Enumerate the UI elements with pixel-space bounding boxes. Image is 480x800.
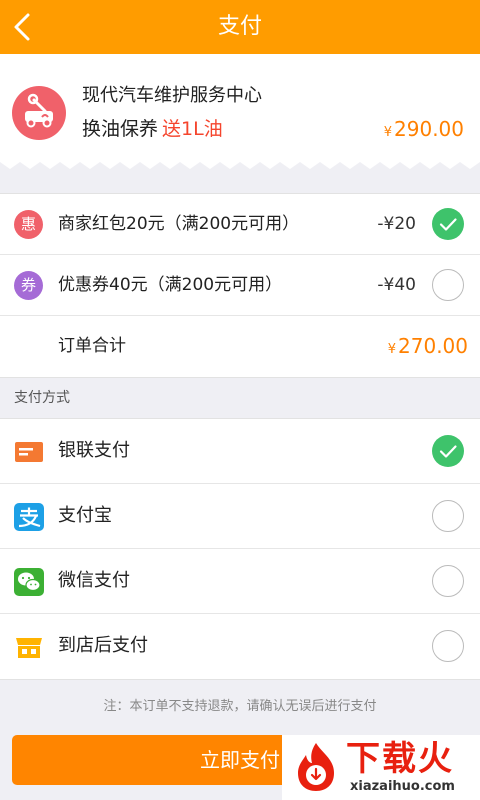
discount-row-red-packet[interactable]: 惠 商家红包20元（满200元可用） -¥20 <box>0 194 480 255</box>
wechat-icon <box>14 568 44 596</box>
flame-logo-icon <box>298 743 334 791</box>
check-icon <box>439 445 457 458</box>
payment-option-wechat[interactable]: 微信支付 <box>0 549 480 614</box>
payment-label: 微信支付 <box>58 570 130 591</box>
car-service-icon <box>12 86 66 140</box>
discount-label: 优惠券40元（满200元可用） <box>58 275 283 295</box>
order-total-amount: ¥270.00 <box>388 333 468 363</box>
payment-label: 银联支付 <box>58 440 130 461</box>
service-name: 换油保养 <box>82 118 159 140</box>
price-value: 290.00 <box>394 117 464 141</box>
unionpay-radio[interactable] <box>432 435 464 467</box>
discount-row-coupon[interactable]: 券 优惠券40元（满200元可用） -¥40 <box>0 255 480 316</box>
store-icon <box>16 638 42 658</box>
payment-label: 到店后支付 <box>58 635 148 656</box>
alipay-radio[interactable] <box>432 500 464 532</box>
payment-option-store[interactable]: 到店后支付 <box>0 614 480 679</box>
wechat-radio[interactable] <box>432 565 464 597</box>
discount-panel: 惠 商家红包20元（满200元可用） -¥20 券 优惠券40元（满200元可用… <box>0 193 480 378</box>
total-currency: ¥ <box>387 342 397 357</box>
page-title: 支付 <box>217 14 262 39</box>
watermark-domain: xiazaihuo.com <box>350 779 455 794</box>
price-currency: ¥ <box>383 125 393 140</box>
alipay-icon <box>14 503 44 531</box>
payment-section-title: 支付方式 <box>14 390 70 406</box>
watermark: 下载火 xiazaihuo.com <box>282 735 480 800</box>
merchant-price: ¥290.00 <box>384 116 464 146</box>
service-line: 换油保养 送1L油 <box>82 116 223 142</box>
order-total-row: 订单合计 ¥270.00 <box>0 316 480 377</box>
merchant-name: 现代汽车维护服务中心 <box>82 85 262 106</box>
check-icon <box>439 218 457 231</box>
total-value: 270.00 <box>398 334 468 358</box>
service-gift: 送1L油 <box>162 118 223 140</box>
merchant-card: 现代汽车维护服务中心 换油保养 送1L油 ¥290.00 <box>0 54 480 162</box>
discount-amount: -¥20 <box>377 214 416 234</box>
discount-label: 商家红包20元（满200元可用） <box>58 214 300 234</box>
unionpay-card-icon <box>15 442 43 462</box>
payment-option-unionpay[interactable]: 银联支付 <box>0 419 480 484</box>
payment-label: 支付宝 <box>58 505 112 526</box>
coupon-badge-icon: 券 <box>14 271 43 300</box>
payment-option-alipay[interactable]: 支付宝 <box>0 484 480 549</box>
red-packet-checkbox[interactable] <box>432 208 464 240</box>
zigzag-edge <box>0 160 480 169</box>
payment-method-list: 银联支付 支付宝 微信支付 到店后支付 <box>0 418 480 680</box>
coupon-checkbox[interactable] <box>432 269 464 301</box>
store-radio[interactable] <box>432 630 464 662</box>
order-total-label: 订单合计 <box>58 336 126 356</box>
top-bar: 支付 <box>0 0 480 54</box>
discount-badge-icon: 惠 <box>14 210 43 239</box>
watermark-text: 下载火 <box>346 739 454 779</box>
discount-amount: -¥40 <box>377 275 416 295</box>
refund-note: 注：本订单不支持退款，请确认无误后进行支付 <box>103 699 377 714</box>
